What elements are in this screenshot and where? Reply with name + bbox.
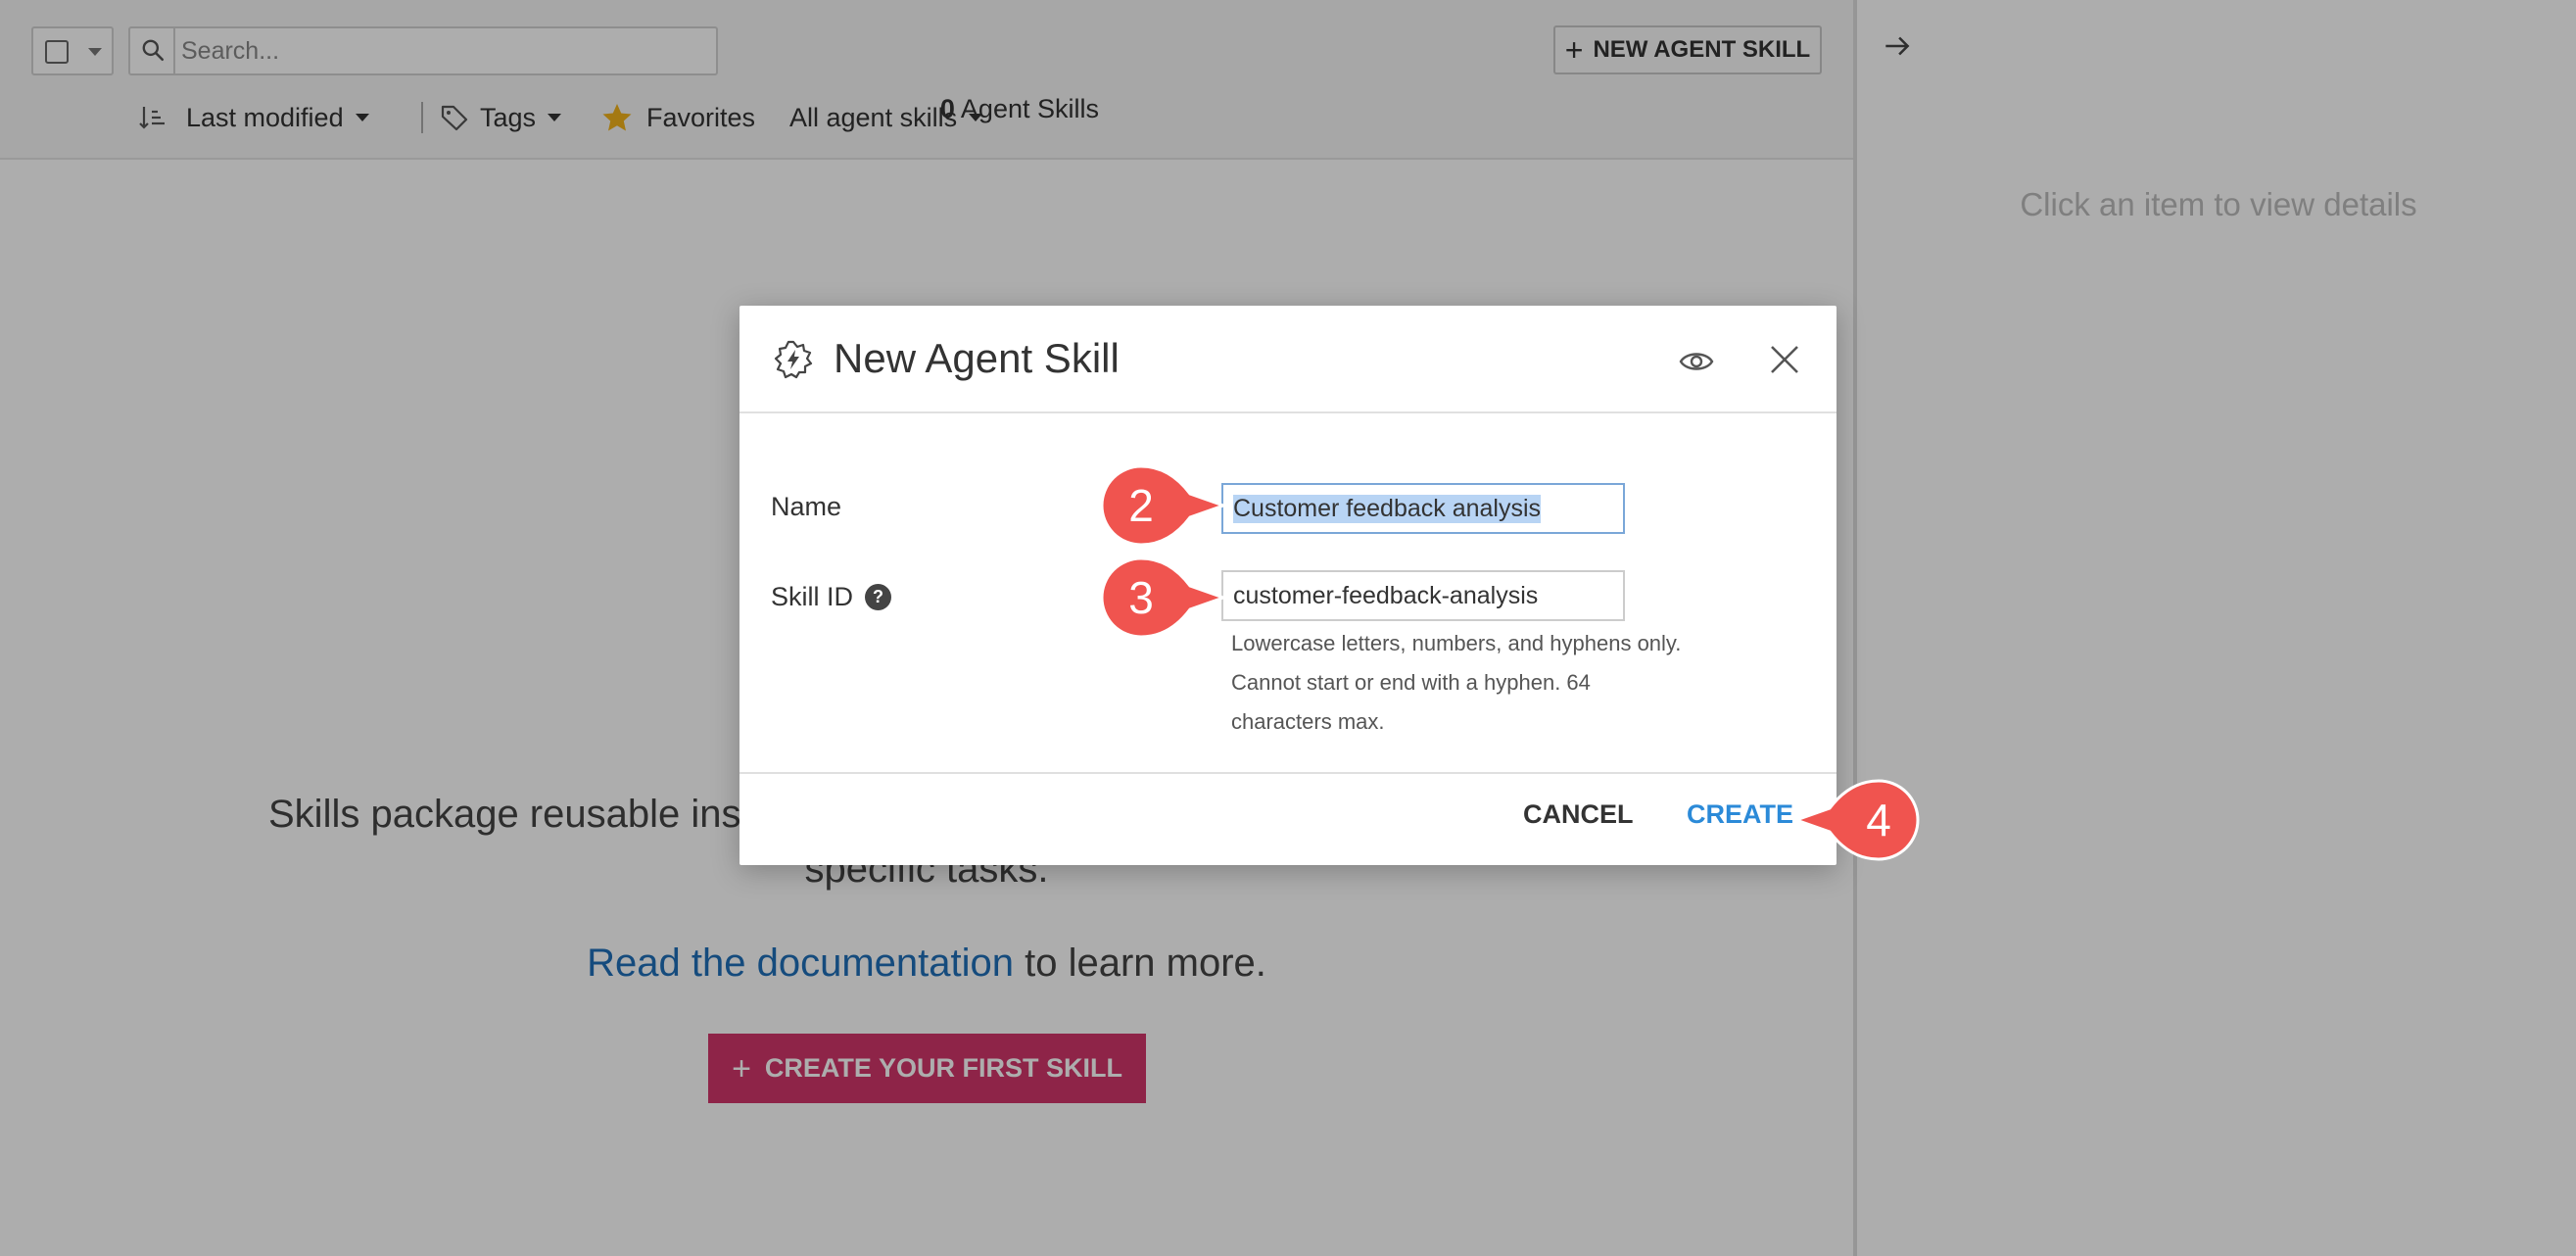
cancel-button[interactable]: CANCEL <box>1523 799 1634 830</box>
dialog-footer: CANCEL CREATE <box>739 772 1837 865</box>
step-callout-name: 2 <box>1100 464 1225 547</box>
skill-id-hint: Lowercase letters, numbers, and hyphens … <box>1231 631 1682 734</box>
step-callout-create: 4 <box>1794 779 1920 861</box>
step-number: 3 <box>1128 572 1154 623</box>
skill-id-field[interactable]: customer-feedback-analysis <box>1221 570 1625 621</box>
dialog-header: New Agent Skill <box>739 306 1837 413</box>
name-field[interactable]: Customer feedback analysis <box>1221 483 1625 534</box>
skill-id-field-value: customer-feedback-analysis <box>1233 581 1539 609</box>
close-icon[interactable] <box>1768 343 1801 376</box>
step-callout-skill-id: 3 <box>1100 556 1225 639</box>
step-number: 4 <box>1866 795 1891 845</box>
new-agent-skill-dialog: New Agent Skill Name Customer feedback a… <box>739 306 1837 865</box>
skill-id-label-row: Skill ID ? <box>771 582 892 612</box>
agent-skill-icon <box>774 340 813 379</box>
help-icon[interactable]: ? <box>865 584 892 610</box>
create-button[interactable]: CREATE <box>1687 799 1793 830</box>
name-label: Name <box>771 492 842 521</box>
eye-icon[interactable] <box>1678 343 1715 380</box>
skill-id-label: Skill ID <box>771 582 854 611</box>
step-number: 2 <box>1128 480 1154 531</box>
dialog-title: New Agent Skill <box>834 335 1120 381</box>
name-field-value: Customer feedback analysis <box>1233 494 1542 523</box>
